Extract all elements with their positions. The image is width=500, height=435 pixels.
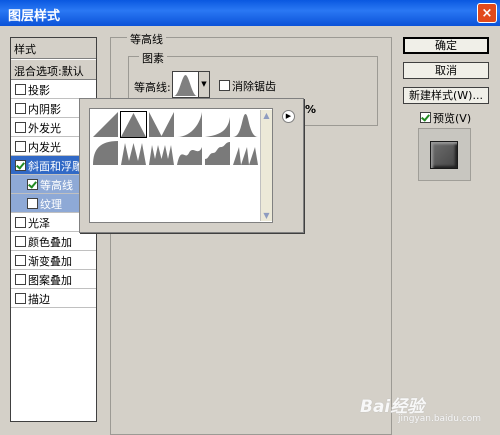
style-item-9[interactable]: 渐变叠加 [11,251,96,270]
close-button[interactable]: × [477,3,497,23]
new-style-button[interactable]: 新建样式(W)... [403,87,489,104]
style-item-label: 图案叠加 [28,274,72,287]
scroll-down-icon[interactable]: ▼ [261,210,272,221]
preview-label: 预览(V) [433,112,472,125]
elements-group-title: 图素 [139,50,167,66]
styles-header[interactable]: 样式 [11,38,96,59]
anti-alias-label: 消除锯齿 [232,80,276,93]
style-preview [418,128,471,181]
contour-preview-swatch[interactable] [172,71,199,98]
style-item-label: 光泽 [28,217,50,230]
style-preview-swatch [430,141,458,169]
picker-scrollbar[interactable]: ▲ ▼ [260,110,272,221]
contour-preset-linear-icon[interactable] [92,111,119,138]
title-bar: 图层样式 × [0,0,500,26]
style-item-checkbox[interactable] [15,160,26,171]
style-item-label: 内阴影 [28,103,61,116]
range-percent-unit: % [305,103,317,116]
close-icon: × [481,6,493,21]
contour-group-title: 等高线 [127,31,166,47]
style-item-checkbox[interactable] [27,179,38,190]
style-item-label: 纹理 [40,198,62,211]
contour-dropdown-button[interactable]: ▼ [199,71,210,98]
chevron-down-icon: ▼ [201,80,207,88]
contour-preset-gaussian-icon[interactable] [232,111,259,138]
style-item-11[interactable]: 描边 [11,289,96,308]
contour-preset-rounded-steps-icon[interactable] [204,139,231,166]
blending-options-item[interactable]: 混合选项:默认 [11,60,96,80]
style-item-checkbox[interactable] [15,236,26,247]
contour-preset-rolling-slope-icon[interactable] [176,139,203,166]
style-item-checkbox[interactable] [15,103,26,114]
cancel-button[interactable]: 取消 [403,62,489,79]
contour-preset-ring-icon[interactable] [120,139,147,166]
ok-button[interactable]: 确定 [403,37,489,54]
preview-check[interactable] [420,112,431,123]
style-item-0[interactable]: 投影 [11,80,96,99]
contour-preset-cone-inverted-icon[interactable] [148,111,175,138]
contour-preset-cove-deep-icon[interactable] [176,111,203,138]
play-arrow-icon: ▶ [285,112,292,120]
style-item-checkbox[interactable] [15,274,26,285]
contour-preset-grid: ▲ ▼ [89,108,273,223]
style-item-checkbox[interactable] [15,217,26,228]
style-item-checkbox[interactable] [15,293,26,304]
contour-preset-half-round-icon[interactable] [92,139,119,166]
style-item-label: 投影 [28,84,50,97]
style-item-label: 斜面和浮雕 [28,160,83,173]
style-item-label: 描边 [28,293,50,306]
anti-alias-checkbox[interactable]: 消除锯齿 [219,78,276,94]
anti-alias-check[interactable] [219,80,230,91]
picker-menu-button[interactable]: ▶ [282,110,295,123]
contour-preset-ring-double-icon[interactable] [148,139,175,166]
preview-checkbox[interactable]: 预览(V) [420,110,471,126]
style-item-checkbox[interactable] [27,198,38,209]
style-item-checkbox[interactable] [15,141,26,152]
contour-group: 等高线 图素 [110,31,392,435]
contour-label: 等高线: [134,81,171,94]
style-item-label: 内发光 [28,141,61,154]
style-item-checkbox[interactable] [15,122,26,133]
style-item-label: 颜色叠加 [28,236,72,249]
style-item-8[interactable]: 颜色叠加 [11,232,96,251]
window-title: 图层样式 [8,9,61,24]
style-item-label: 等高线 [40,179,73,192]
contour-preset-sawtooth-icon[interactable] [232,139,259,166]
scroll-up-icon[interactable]: ▲ [261,110,272,121]
contour-curve-icon [174,75,197,96]
contour-picker-popup: ▲ ▼ ▶ [79,98,304,233]
style-item-10[interactable]: 图案叠加 [11,270,96,289]
style-item-label: 外发光 [28,122,61,135]
style-item-checkbox[interactable] [15,255,26,266]
contour-preset-cove-shallow-icon[interactable] [204,111,231,138]
contour-preset-cone-icon[interactable] [120,111,147,138]
style-item-label: 渐变叠加 [28,255,72,268]
watermark-url: jingyan.baidu.com [398,414,482,424]
style-item-checkbox[interactable] [15,84,26,95]
